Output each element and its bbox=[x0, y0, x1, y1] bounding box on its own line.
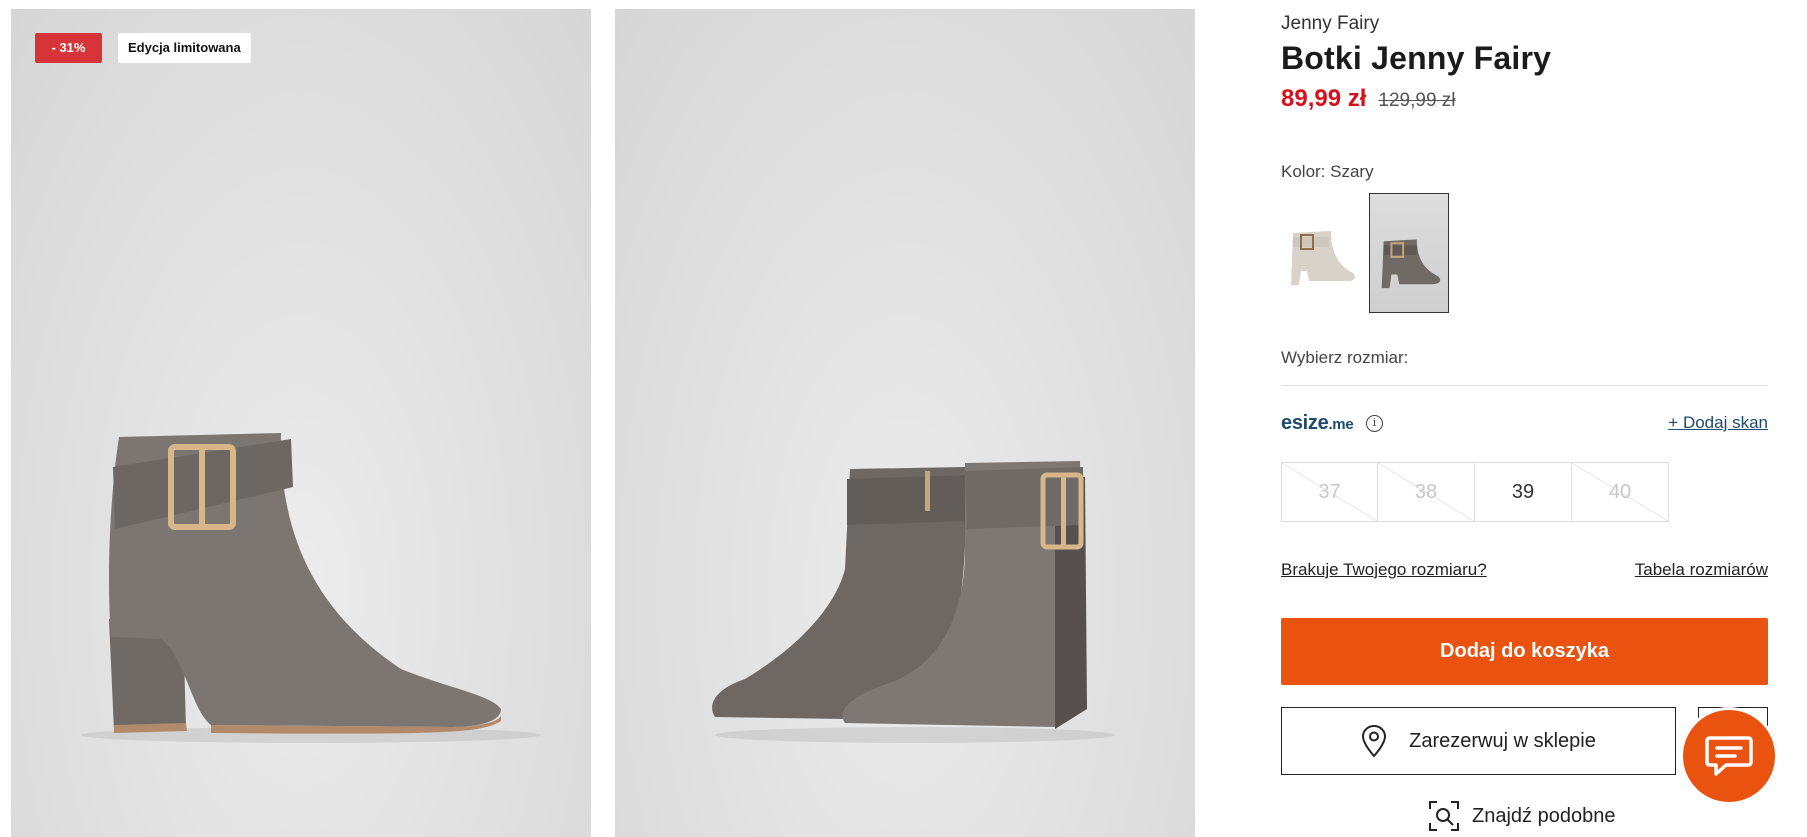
chat-button[interactable] bbox=[1683, 710, 1775, 802]
product-image-pair[interactable] bbox=[615, 9, 1195, 837]
color-swatch-grey[interactable] bbox=[1369, 193, 1449, 313]
info-icon[interactable]: i bbox=[1366, 415, 1383, 432]
discount-badge: - 31% bbox=[35, 33, 102, 63]
boot-thumbnail-grey bbox=[1381, 239, 1441, 289]
color-swatch-beige[interactable] bbox=[1281, 193, 1361, 313]
esize-logo-text: esize bbox=[1281, 412, 1329, 434]
size-option-37[interactable]: 37 bbox=[1281, 462, 1378, 522]
size-selector: 37 38 39 40 bbox=[1281, 462, 1669, 522]
size-option-38[interactable]: 38 bbox=[1378, 462, 1475, 522]
find-similar-label: Znajdź podobne bbox=[1472, 804, 1616, 827]
reserve-in-store-button[interactable]: Zarezerwuj w sklepie bbox=[1281, 707, 1676, 775]
product-image-side[interactable] bbox=[11, 9, 591, 837]
size-label: Wybierz rozmiar: bbox=[1281, 348, 1409, 367]
add-scan-link[interactable]: + Dodaj skan bbox=[1668, 413, 1768, 433]
location-pin-icon bbox=[1362, 724, 1387, 758]
divider bbox=[1281, 385, 1768, 386]
find-similar-button[interactable]: Znajdź podobne bbox=[1428, 800, 1615, 832]
price-original: 129,99 zł bbox=[1378, 90, 1456, 111]
product-title: Botki Jenny Fairy bbox=[1281, 40, 1552, 76]
brand-name[interactable]: Jenny Fairy bbox=[1281, 13, 1379, 35]
reserve-label: Zarezerwuj w sklepie bbox=[1409, 729, 1596, 752]
add-to-cart-button[interactable]: Dodaj do koszyka bbox=[1281, 618, 1768, 685]
size-option-39[interactable]: 39 bbox=[1475, 462, 1572, 522]
boot-side-illustration bbox=[81, 433, 541, 743]
boot-thumbnail-beige bbox=[1291, 231, 1355, 285]
product-details-panel: Jenny Fairy Botki Jenny Fairy 89,99 zł 12… bbox=[1281, 0, 1768, 837]
chat-icon bbox=[1705, 736, 1753, 776]
missing-size-link[interactable]: Brakuje Twojego rozmiaru? bbox=[1281, 560, 1487, 580]
limited-edition-badge: Edycja limitowana bbox=[118, 33, 251, 63]
esize-logo: esize.me bbox=[1281, 412, 1354, 435]
size-option-40[interactable]: 40 bbox=[1572, 462, 1669, 522]
esize-logo-suffix: .me bbox=[1328, 416, 1354, 433]
price-row: 89,99 zł 129,99 zł bbox=[1281, 85, 1456, 113]
color-label: Kolor: Szary bbox=[1281, 162, 1374, 181]
price-current: 89,99 zł bbox=[1281, 85, 1367, 112]
boot-pair-illustration bbox=[712, 461, 1115, 743]
size-table-link[interactable]: Tabela rozmiarów bbox=[1635, 560, 1768, 580]
visual-search-icon bbox=[1429, 801, 1459, 831]
